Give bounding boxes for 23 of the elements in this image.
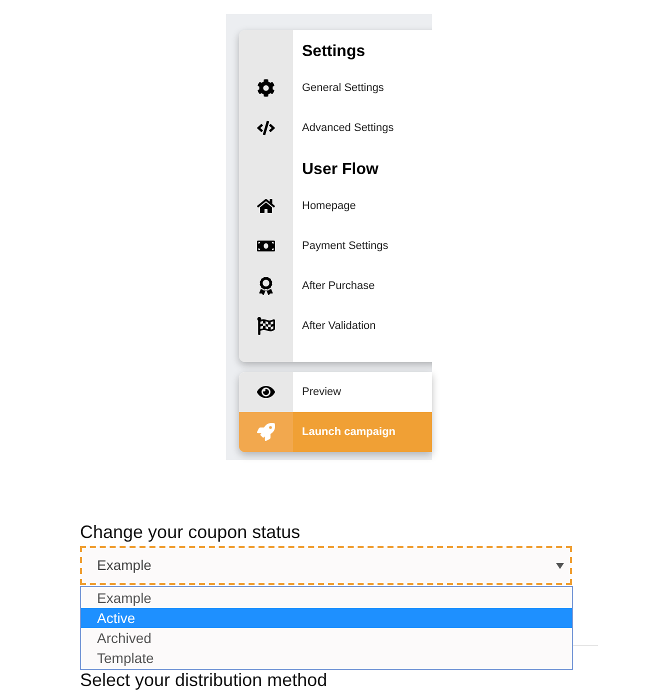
menu-item[interactable]: General Settings <box>302 80 384 96</box>
code-icon <box>257 119 275 137</box>
preview-button[interactable]: Preview <box>239 372 432 412</box>
dropdown-option[interactable]: Archived <box>81 628 572 648</box>
menu-item[interactable]: After Validation <box>302 318 376 334</box>
section-heading: Select your distribution method <box>80 669 328 692</box>
section-heading: User Flow <box>302 160 378 180</box>
caret-icon <box>556 562 564 568</box>
menu-item[interactable]: Homepage <box>302 198 356 214</box>
ribbon-icon <box>257 277 275 295</box>
gear-icon <box>257 79 275 97</box>
house-icon <box>257 197 275 215</box>
dropdown-option[interactable]: Template <box>81 648 572 668</box>
status-select[interactable]: Example <box>80 546 572 585</box>
menu-item[interactable]: After Purchase <box>302 278 375 294</box>
menu-item[interactable]: Advanced Settings <box>302 120 394 136</box>
section-heading: Settings <box>302 42 366 62</box>
menu-item[interactable]: Payment Settings <box>302 238 388 254</box>
checkered-flag-icon <box>257 317 275 335</box>
dropdown-option[interactable]: Example <box>81 588 572 608</box>
eye-icon <box>257 383 275 401</box>
rocket-icon <box>257 423 275 441</box>
field-label: Change your coupon status <box>80 521 302 544</box>
